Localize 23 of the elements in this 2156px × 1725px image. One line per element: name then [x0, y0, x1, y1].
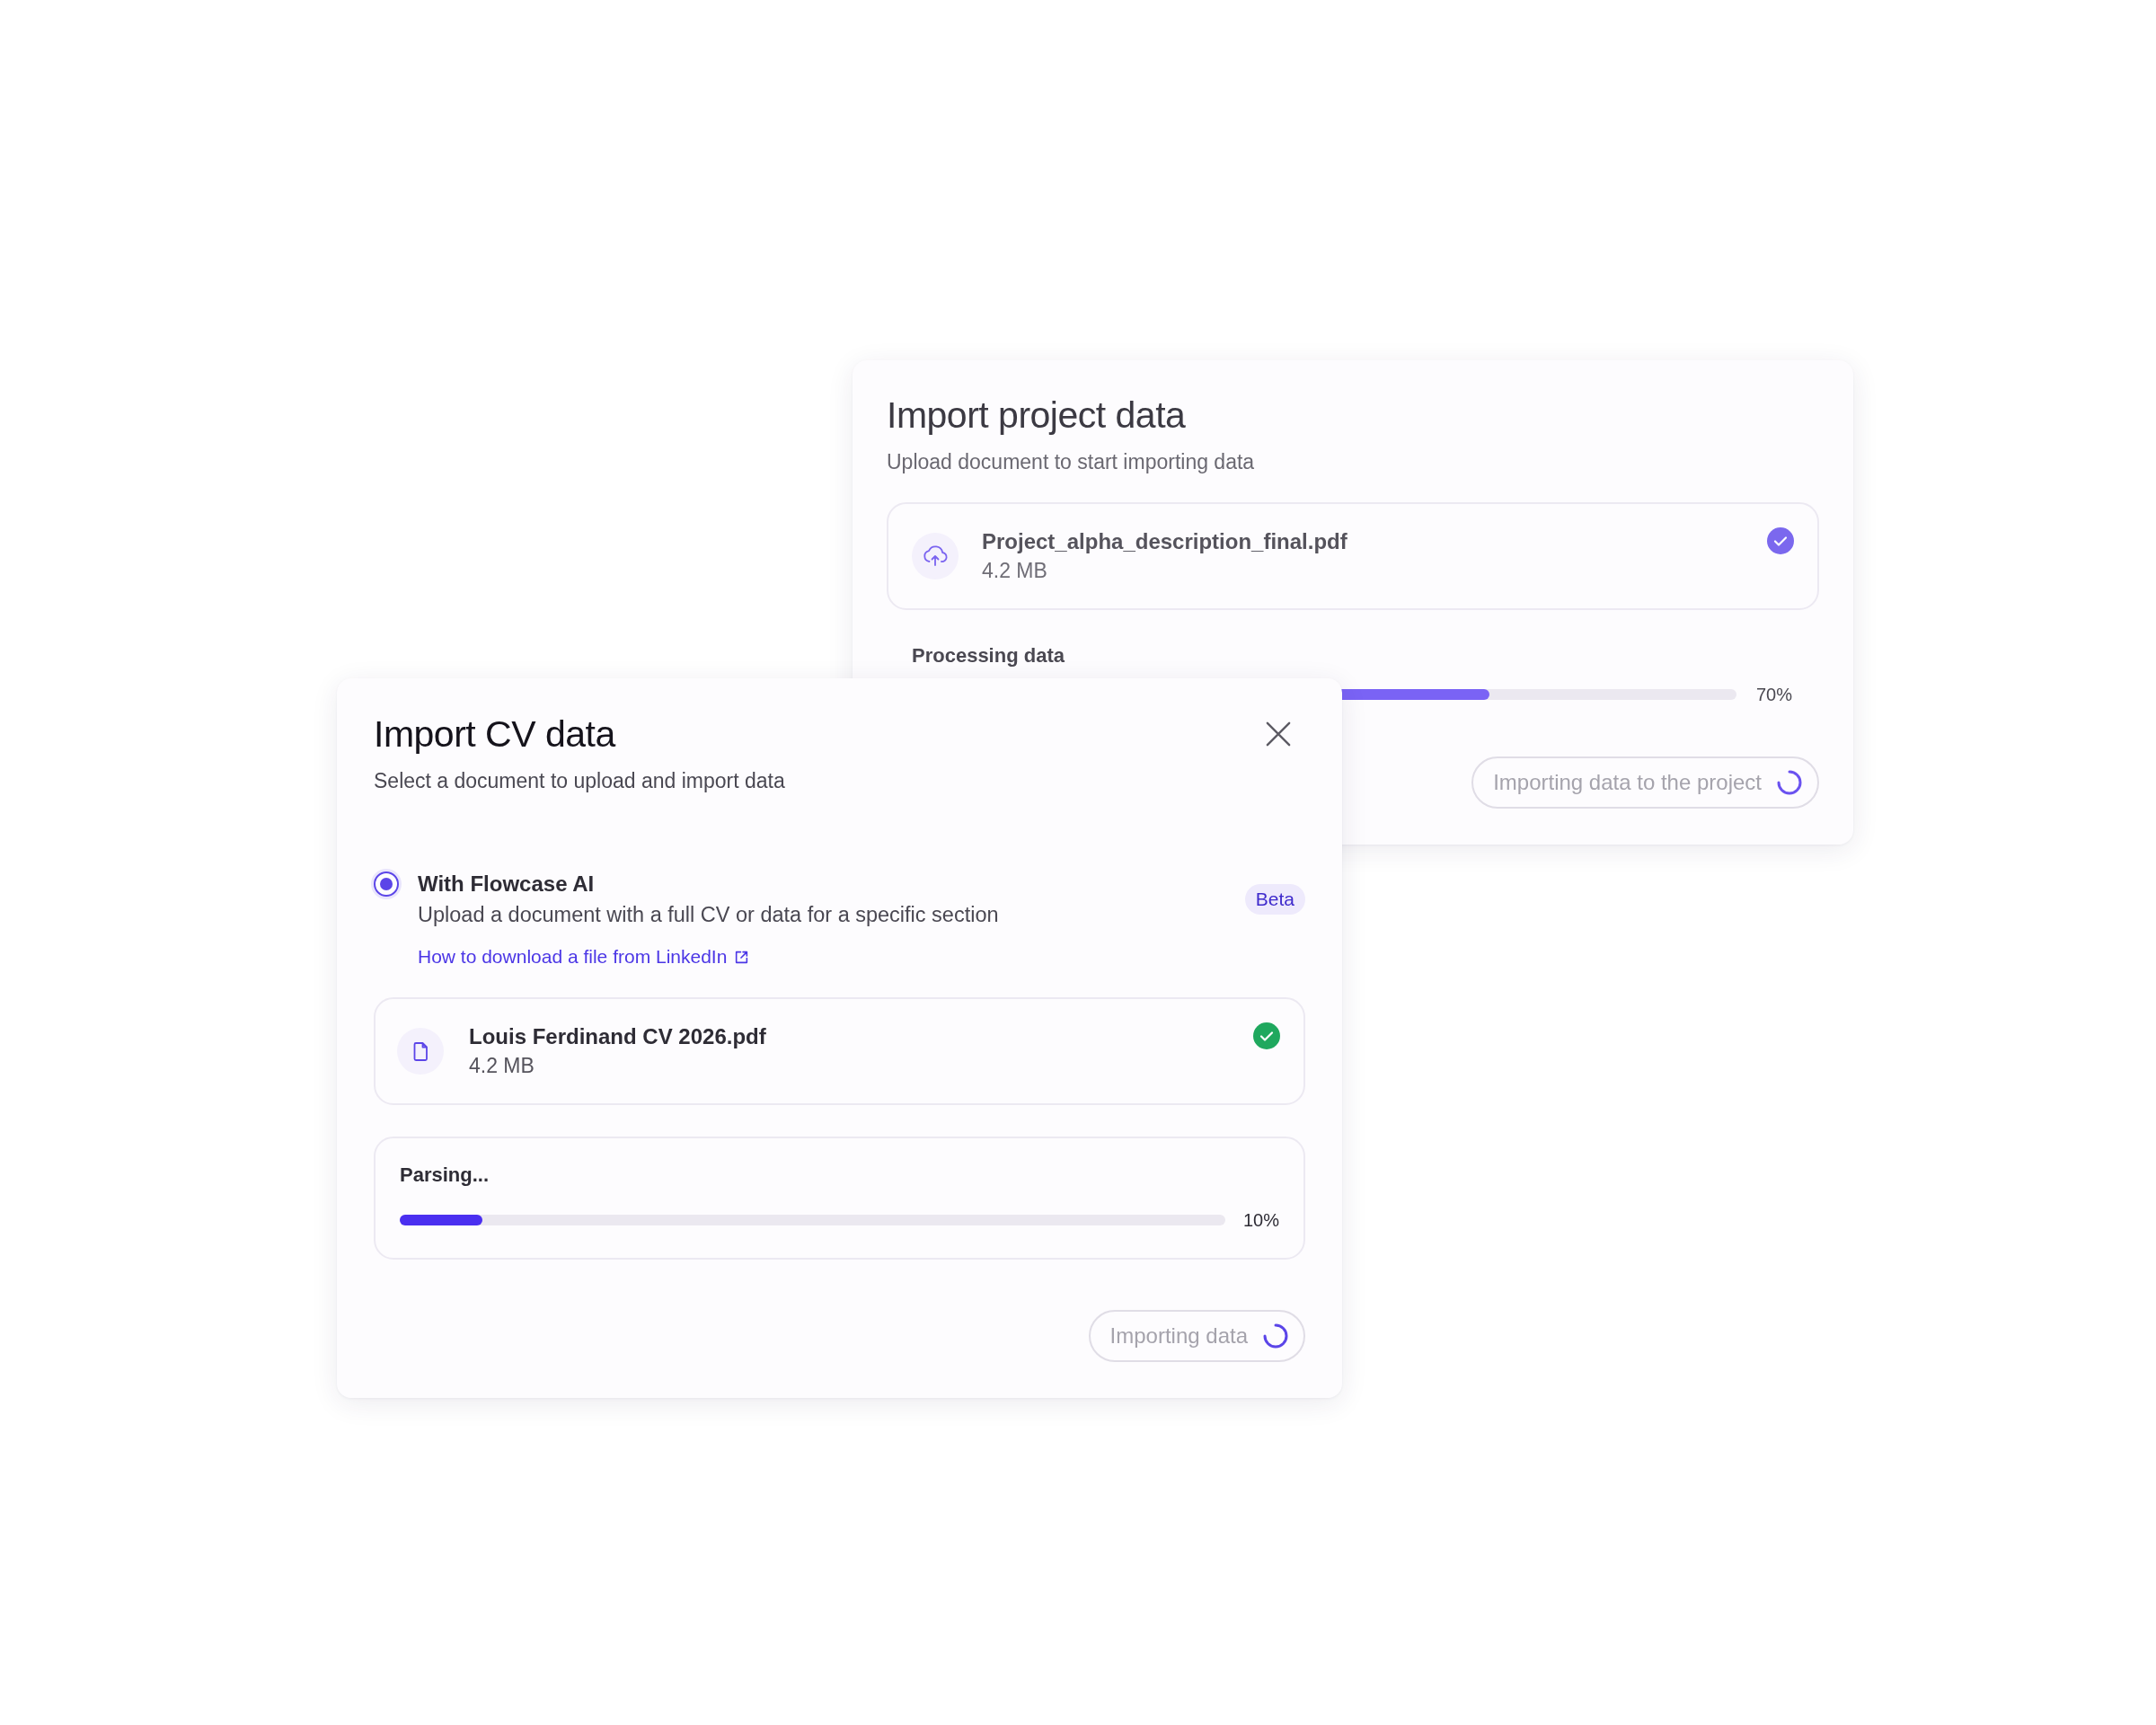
dialog-title: Import CV data [374, 712, 615, 756]
external-link-icon [734, 949, 750, 965]
help-link[interactable]: How to download a file from LinkedIn [418, 944, 750, 969]
spinner-icon [1776, 769, 1803, 796]
progress-label: Parsing... [400, 1163, 490, 1188]
dialog-subtitle: Upload document to start importing data [887, 449, 1255, 475]
progress-label: Processing data [912, 643, 1065, 668]
file-name: Project_alpha_description_final.pdf [982, 528, 1348, 555]
close-icon[interactable] [1266, 721, 1291, 747]
radio-button[interactable] [374, 871, 399, 897]
progress-percentage: 10% [1242, 1209, 1279, 1232]
option-description: Upload a document with a full CV or data for a specific section [418, 902, 999, 928]
file-size: 4.2 MB [469, 1053, 535, 1079]
dialog-subtitle: Select a document to upload and import data [374, 768, 785, 794]
spinner-icon [1262, 1322, 1289, 1349]
cloud-upload-icon [912, 533, 959, 579]
beta-badge: Beta [1244, 884, 1305, 915]
option-label: With Flowcase AI [418, 871, 595, 898]
document-icon [397, 1028, 444, 1075]
file-name: Louis Ferdinand CV 2026.pdf [469, 1023, 766, 1050]
dialog-title: Import project data [887, 394, 1186, 438]
file-size: 4.2 MB [982, 558, 1047, 584]
progress-percentage: 70% [1755, 684, 1792, 706]
